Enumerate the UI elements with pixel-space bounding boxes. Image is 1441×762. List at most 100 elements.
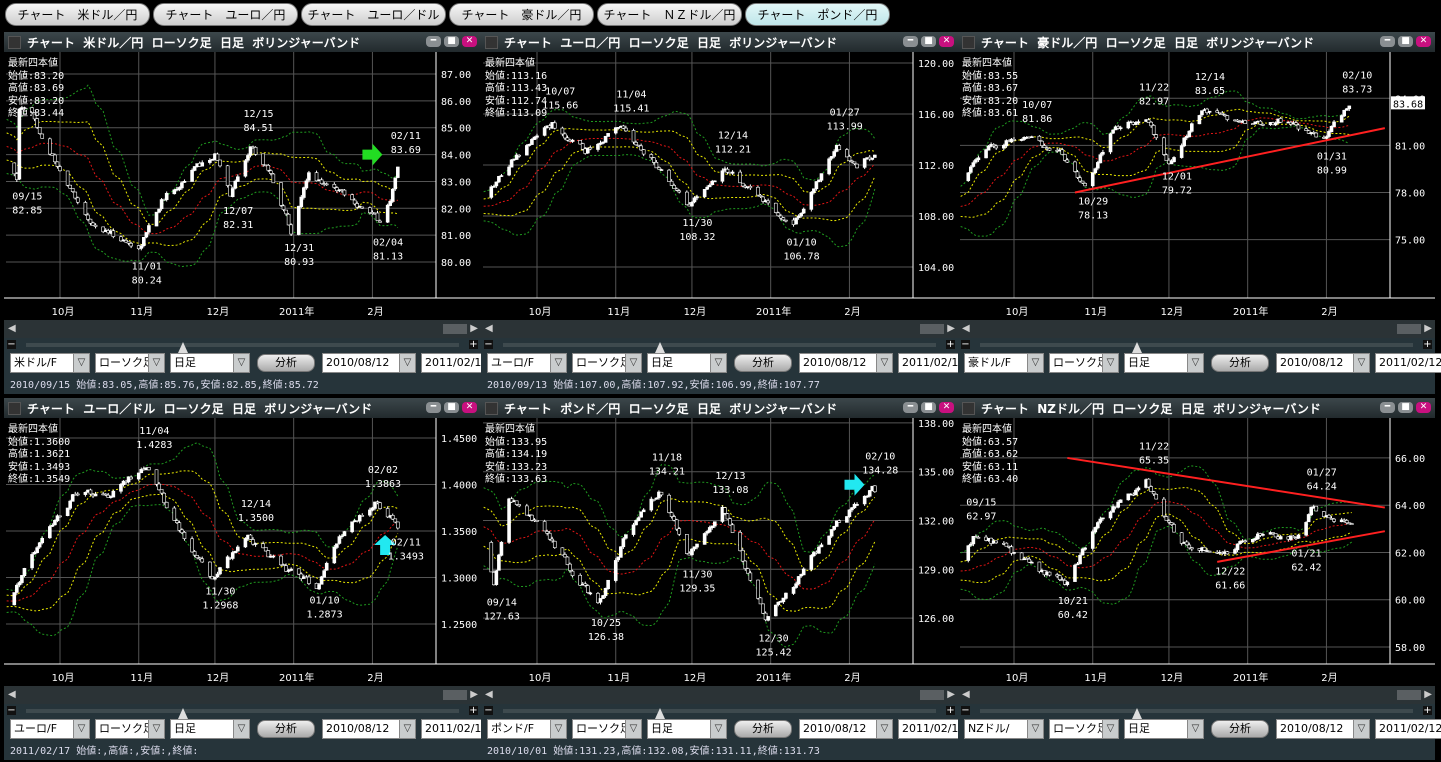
zoom-slider[interactable]: − +	[481, 338, 958, 353]
chart-type-select[interactable]: ローソク足▽	[1049, 353, 1119, 373]
period-select[interactable]: 日足 ▽	[1124, 719, 1204, 739]
scroll-thumb[interactable]	[920, 324, 944, 334]
chevron-down-icon[interactable]: ▽	[1187, 720, 1203, 738]
chevron-down-icon[interactable]: ▽	[1102, 354, 1118, 372]
zoom-slider[interactable]: − +	[4, 338, 481, 353]
close-button[interactable]: ✕	[462, 402, 477, 413]
scroll-right-icon[interactable]: ▶	[1424, 689, 1432, 700]
minimize-button[interactable]: ━	[903, 402, 918, 413]
close-button[interactable]: ✕	[1416, 402, 1431, 413]
maximize-button[interactable]: ■	[921, 36, 936, 47]
horizontal-scrollbar[interactable]: ◀ ▶	[481, 320, 958, 338]
pair-select[interactable]: ポンド/F ▽	[487, 719, 567, 739]
analyze-button[interactable]: 分析	[734, 354, 792, 372]
analyze-button[interactable]: 分析	[1211, 354, 1269, 372]
close-button[interactable]: ✕	[1416, 36, 1431, 47]
maximize-button[interactable]: ■	[1398, 36, 1413, 47]
chart-type-select[interactable]: ローソク足▽	[572, 719, 642, 739]
window-checkbox[interactable]	[962, 401, 975, 415]
pair-select[interactable]: ユーロ/F ▽	[10, 719, 90, 739]
scroll-right-icon[interactable]: ▶	[947, 689, 955, 700]
from-date-select[interactable]: 2010/08/12 ▽	[799, 353, 893, 373]
horizontal-scrollbar[interactable]: ◀ ▶	[4, 320, 481, 338]
window-checkbox[interactable]	[962, 35, 975, 49]
chevron-down-icon[interactable]: ▽	[1187, 354, 1203, 372]
zoom-out-icon[interactable]: −	[484, 706, 493, 716]
chevron-down-icon[interactable]: ▽	[625, 720, 641, 738]
chevron-down-icon[interactable]: ▽	[550, 354, 566, 372]
scroll-right-icon[interactable]: ▶	[470, 689, 478, 700]
chevron-down-icon[interactable]: ▽	[148, 354, 164, 372]
from-date-select[interactable]: 2010/08/12 ▽	[799, 719, 893, 739]
zoom-track[interactable]	[980, 708, 1413, 719]
horizontal-scrollbar[interactable]: ◀ ▶	[958, 686, 1435, 704]
maximize-button[interactable]: ■	[444, 36, 459, 47]
tab-chart[interactable]: チャート ＮＺドル／円	[597, 3, 742, 26]
chevron-down-icon[interactable]: ▽	[1353, 720, 1369, 738]
chevron-down-icon[interactable]: ▽	[233, 354, 249, 372]
zoom-track[interactable]	[503, 708, 936, 719]
minimize-button[interactable]: ━	[903, 36, 918, 47]
analyze-button[interactable]: 分析	[1211, 720, 1269, 738]
tab-chart[interactable]: チャート ユーロ／円	[153, 3, 298, 26]
minimize-button[interactable]: ━	[426, 402, 441, 413]
zoom-slider[interactable]: − +	[958, 338, 1435, 353]
period-select[interactable]: 日足 ▽	[647, 719, 727, 739]
chevron-down-icon[interactable]: ▽	[399, 720, 415, 738]
chevron-down-icon[interactable]: ▽	[1027, 354, 1043, 372]
scroll-thumb[interactable]	[443, 690, 467, 700]
zoom-out-icon[interactable]: −	[7, 340, 16, 350]
zoom-slider[interactable]: − +	[4, 704, 481, 719]
chart-type-select[interactable]: ローソク足▽	[95, 719, 165, 739]
chevron-down-icon[interactable]: ▽	[710, 720, 726, 738]
tab-chart[interactable]: チャート 米ドル／円	[5, 3, 150, 26]
to-date-select[interactable]: 2011/02/12▽	[1375, 353, 1441, 373]
maximize-button[interactable]: ■	[921, 402, 936, 413]
minimize-button[interactable]: ━	[426, 36, 441, 47]
chevron-down-icon[interactable]: ▽	[148, 720, 164, 738]
chevron-down-icon[interactable]: ▽	[876, 720, 892, 738]
maximize-button[interactable]: ■	[1398, 402, 1413, 413]
period-select[interactable]: 日足 ▽	[170, 353, 250, 373]
tab-chart[interactable]: チャート 豪ドル／円	[449, 3, 594, 26]
window-checkbox[interactable]	[485, 401, 498, 415]
zoom-out-icon[interactable]: −	[961, 340, 970, 350]
scroll-left-icon[interactable]: ◀	[8, 689, 16, 700]
chevron-down-icon[interactable]: ▽	[550, 720, 566, 738]
pair-select[interactable]: NZドル/ ▽	[964, 719, 1044, 739]
chevron-down-icon[interactable]: ▽	[876, 354, 892, 372]
chevron-down-icon[interactable]: ▽	[399, 354, 415, 372]
window-titlebar[interactable]: チャート 米ドル／円 ローソク足 日足 ボリンジャーバンド ━ ■ ✕	[4, 32, 481, 52]
window-checkbox[interactable]	[485, 35, 498, 49]
zoom-out-icon[interactable]: −	[7, 706, 16, 716]
zoom-track[interactable]	[26, 708, 459, 719]
to-date-select[interactable]: 2011/02/12▽	[1375, 719, 1441, 739]
minimize-button[interactable]: ━	[1380, 36, 1395, 47]
scroll-left-icon[interactable]: ◀	[485, 689, 493, 700]
window-titlebar[interactable]: チャート NZドル／円 ローソク足 日足 ボリンジャーバンド ━ ■ ✕	[958, 398, 1435, 418]
chart-type-select[interactable]: ローソク足▽	[95, 353, 165, 373]
zoom-in-icon[interactable]: +	[469, 706, 478, 716]
scroll-thumb[interactable]	[443, 324, 467, 334]
period-select[interactable]: 日足 ▽	[170, 719, 250, 739]
horizontal-scrollbar[interactable]: ◀ ▶	[4, 686, 481, 704]
analyze-button[interactable]: 分析	[734, 720, 792, 738]
scroll-right-icon[interactable]: ▶	[470, 323, 478, 334]
zoom-slider[interactable]: − +	[958, 704, 1435, 719]
zoom-in-icon[interactable]: +	[469, 340, 478, 350]
analyze-button[interactable]: 分析	[257, 354, 315, 372]
chevron-down-icon[interactable]: ▽	[1027, 720, 1043, 738]
window-titlebar[interactable]: チャート ユーロ／円 ローソク足 日足 ボリンジャーバンド ━ ■ ✕	[481, 32, 958, 52]
zoom-in-icon[interactable]: +	[946, 340, 955, 350]
chevron-down-icon[interactable]: ▽	[233, 720, 249, 738]
window-checkbox[interactable]	[8, 401, 21, 415]
zoom-out-icon[interactable]: −	[484, 340, 493, 350]
chevron-down-icon[interactable]: ▽	[1353, 354, 1369, 372]
pair-select[interactable]: ユーロ/F ▽	[487, 353, 567, 373]
window-checkbox[interactable]	[8, 35, 21, 49]
minimize-button[interactable]: ━	[1380, 402, 1395, 413]
scroll-right-icon[interactable]: ▶	[947, 323, 955, 334]
period-select[interactable]: 日足 ▽	[1124, 353, 1204, 373]
from-date-select[interactable]: 2010/08/12 ▽	[322, 353, 416, 373]
horizontal-scrollbar[interactable]: ◀ ▶	[481, 686, 958, 704]
